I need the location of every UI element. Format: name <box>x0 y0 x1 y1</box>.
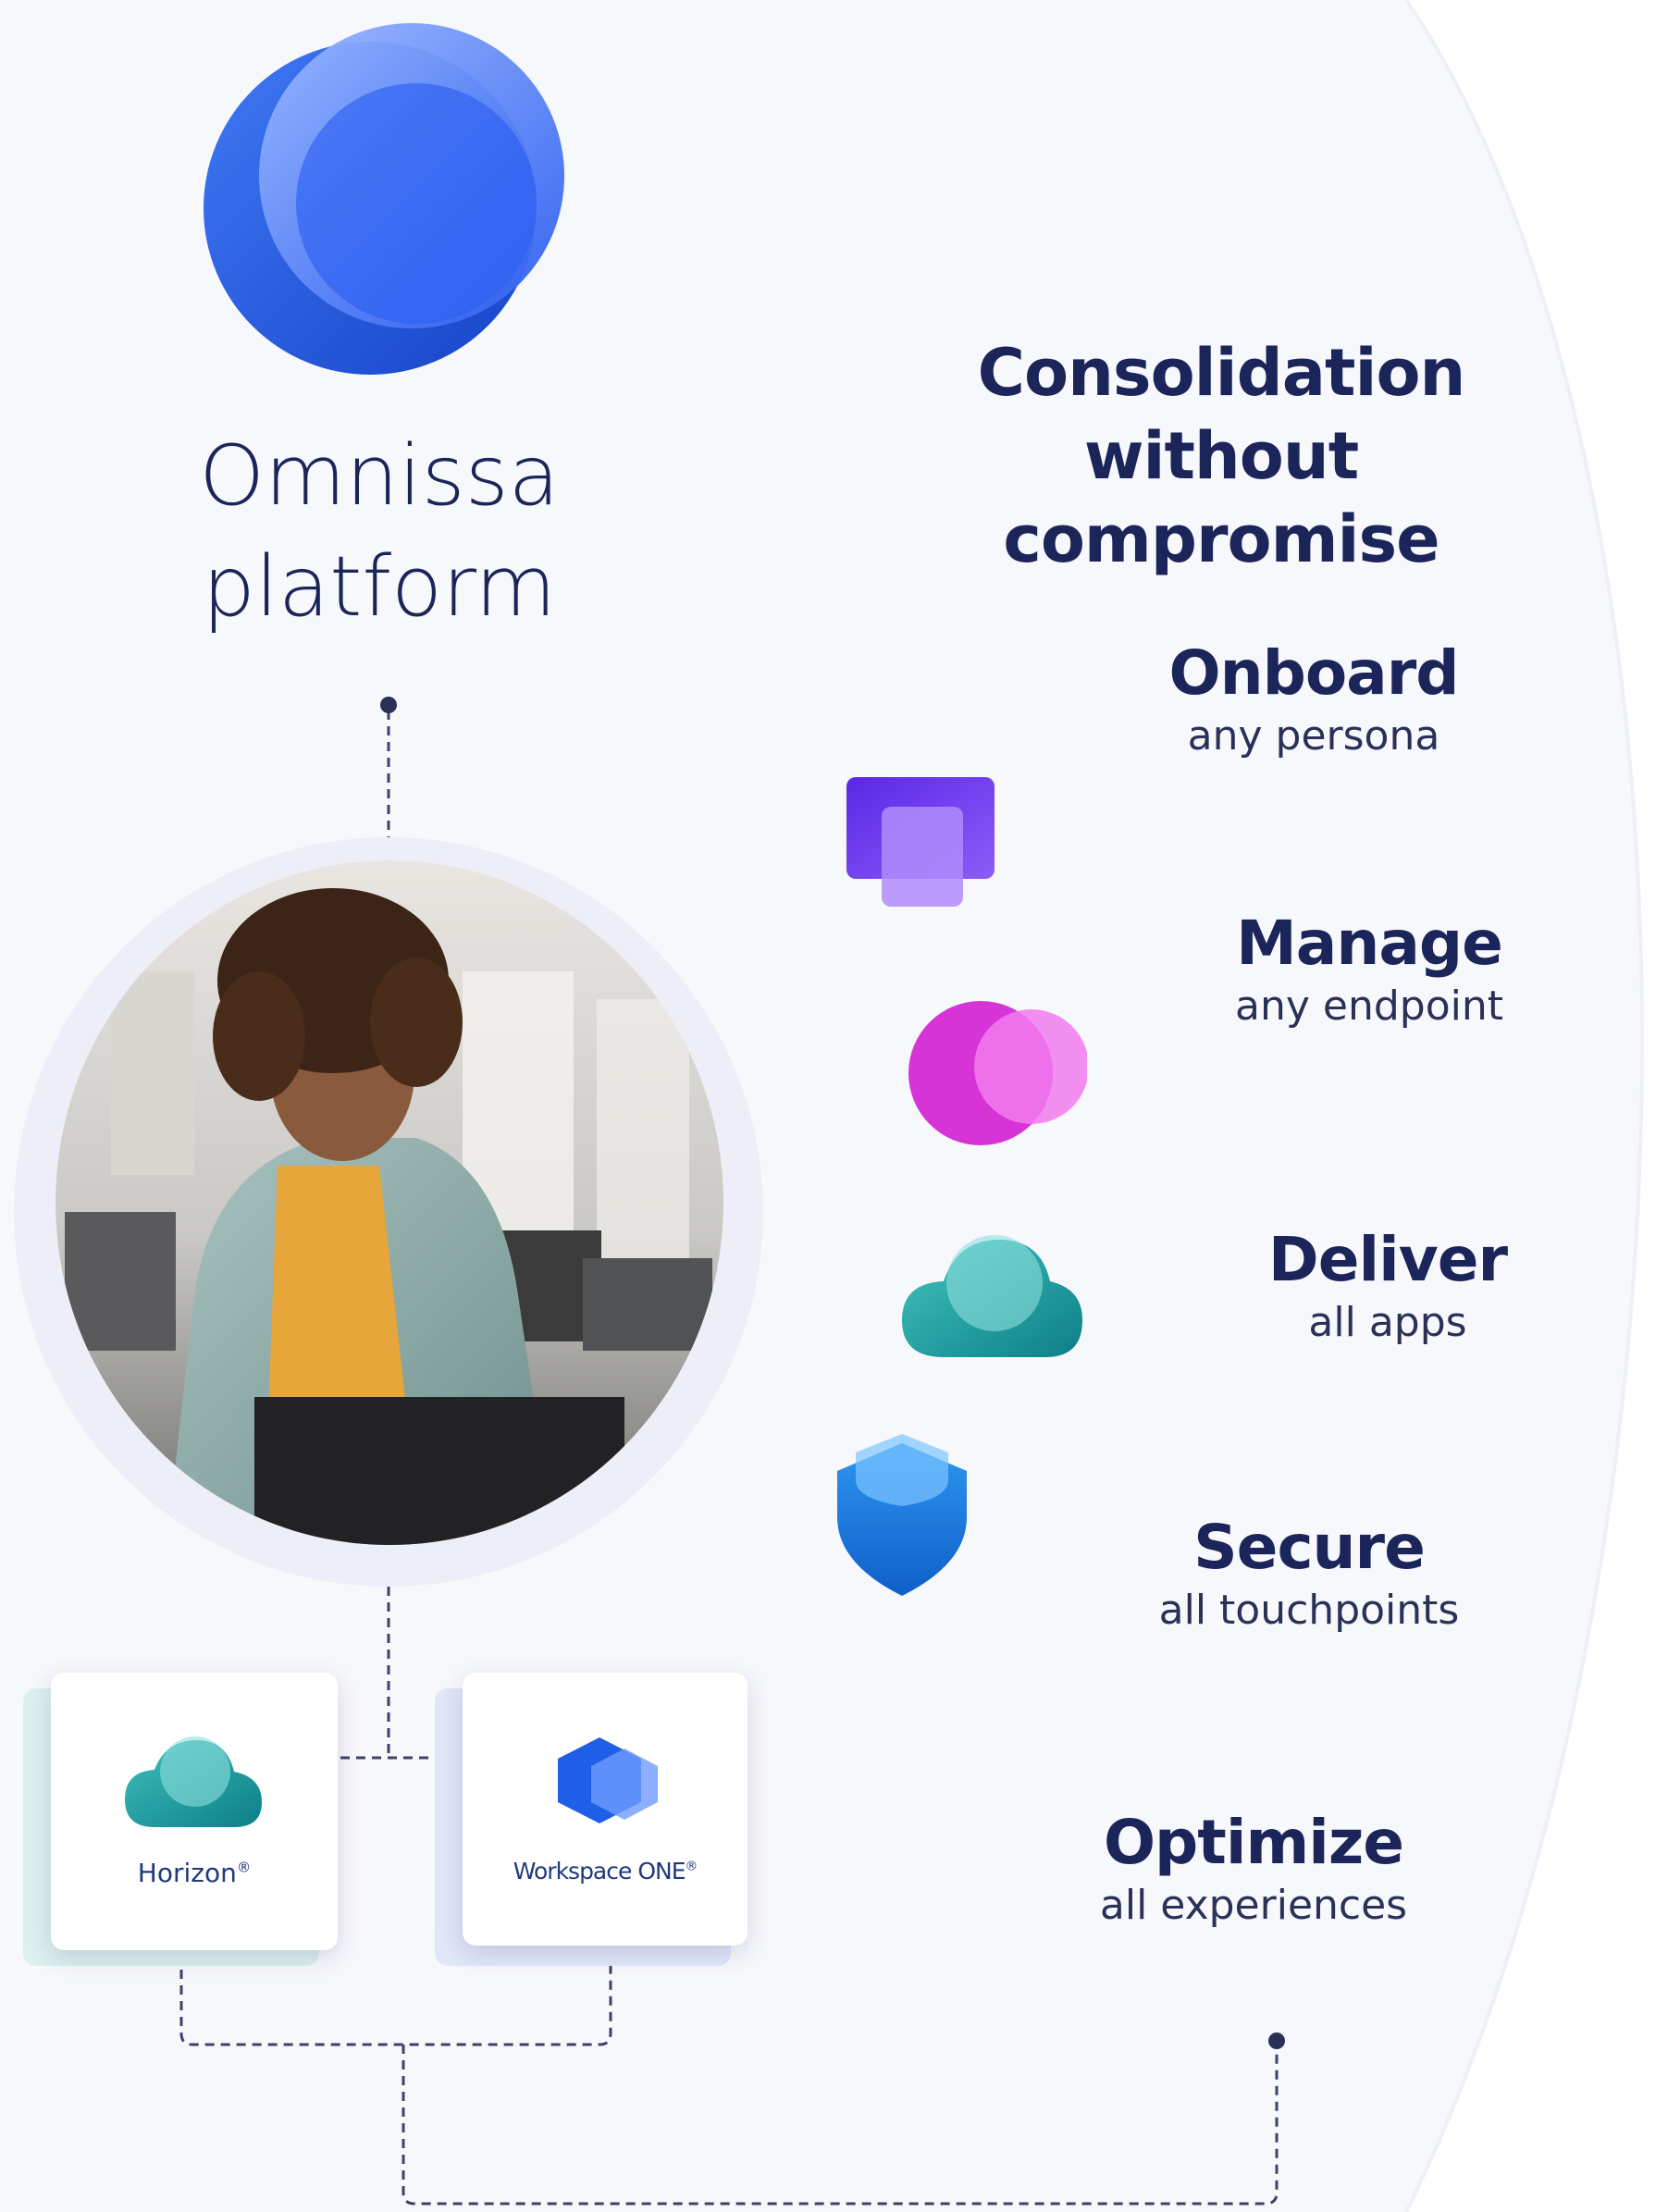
feature-manage: Manage any endpoint <box>1129 907 1610 1032</box>
platform-title-line2: platform <box>202 538 557 636</box>
feature-onboard-title: Onboard <box>1168 637 1459 709</box>
feature-secure-subtitle: all touchpoints <box>1158 1587 1460 1634</box>
horizon-name: Horizon <box>137 1858 237 1888</box>
cloud-icon <box>902 1235 1082 1357</box>
platform-title: Omnissa platform <box>111 421 648 643</box>
person-at-laptop-photo <box>56 860 723 1545</box>
diagram-canvas: Omnissa platform Consolidation without c… <box>0 0 1668 2212</box>
horizon-card-label: Horizon® <box>51 1858 338 1888</box>
feature-secure: Secure all touchpoints <box>1069 1511 1550 1637</box>
workspace-one-card[interactable]: Workspace ONE® <box>463 1673 748 1946</box>
connector-dot-top <box>380 697 397 713</box>
feature-deliver-subtitle: all apps <box>1308 1299 1467 1346</box>
headline-line2: without compromise <box>1003 418 1439 577</box>
headline: Consolidation without compromise <box>870 331 1573 581</box>
feature-manage-title: Manage <box>1236 908 1503 979</box>
feature-manage-subtitle: any endpoint <box>1235 982 1503 1030</box>
feature-optimize-title: Optimize <box>1103 1807 1404 1878</box>
feature-optimize-subtitle: all experiences <box>1099 1882 1408 1929</box>
headline-line1: Consolidation <box>977 335 1466 411</box>
feature-deliver-title: Deliver <box>1267 1224 1508 1295</box>
feature-secure-title: Secure <box>1193 1512 1426 1583</box>
workspace-one-name: Workspace ONE <box>513 1858 686 1885</box>
workspace-one-card-label: Workspace ONE® <box>463 1858 748 1885</box>
omnissa-logo-icon <box>204 23 564 375</box>
overlapping-circles-icon <box>908 1001 1087 1145</box>
feature-onboard-subtitle: any persona <box>1187 712 1440 760</box>
horizon-mark: ® <box>236 1859 252 1876</box>
horizon-card[interactable]: Horizon® <box>51 1673 338 1950</box>
workspace-one-mark: ® <box>685 1859 698 1874</box>
platform-title-line1: Omnissa <box>199 427 560 525</box>
shield-icon <box>837 1434 967 1596</box>
feature-deliver: Deliver all apps <box>1147 1223 1628 1349</box>
workspace-one-hexagon-icon <box>558 1737 658 1823</box>
stacked-squares-icon <box>846 777 995 907</box>
feature-onboard: Onboard any persona <box>1073 636 1554 762</box>
connector-dot-right <box>1268 2033 1285 2049</box>
horizon-cloud-icon <box>125 1736 262 1827</box>
feature-optimize: Optimize all experiences <box>1013 1806 1494 1932</box>
